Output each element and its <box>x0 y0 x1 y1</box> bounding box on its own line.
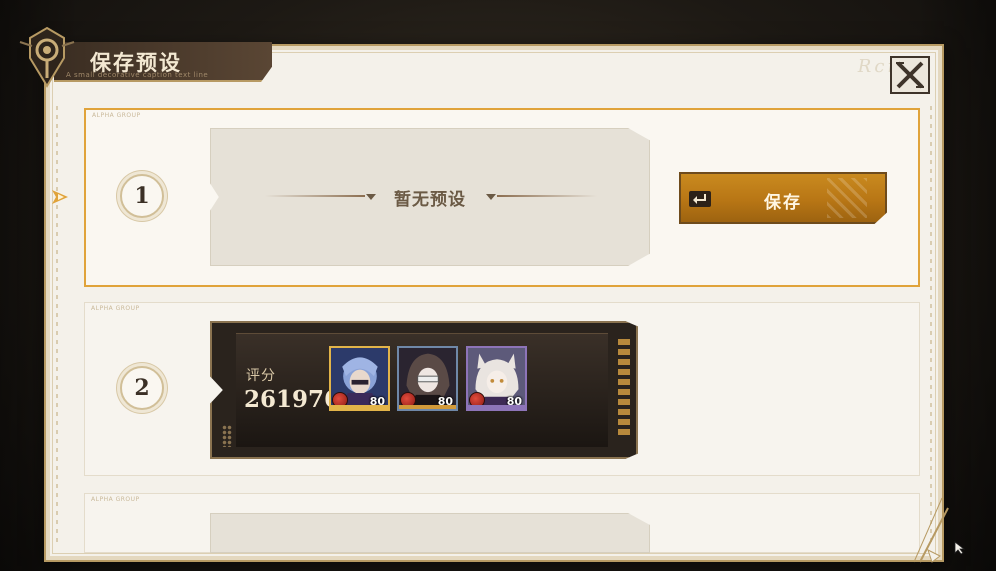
ticket-dots <box>222 425 232 447</box>
save-button[interactable]: 保存 <box>679 172 887 224</box>
hero-rarity-bar <box>399 405 456 409</box>
selected-slot-pointer-icon <box>52 190 68 204</box>
page-subtitle: A small decorative caption text line <box>66 71 209 79</box>
slot-corner-label: ALPHA GROUP <box>91 305 140 312</box>
empty-preset-ticket <box>210 513 650 553</box>
close-x-icon <box>896 61 924 89</box>
hero-rarity-bar <box>468 405 525 409</box>
cursor-icon <box>954 541 966 555</box>
save-button-label: 保存 <box>764 193 802 213</box>
score-value: 261976 <box>244 386 341 413</box>
hero-rarity-bar <box>331 405 388 409</box>
slot-number-badge: 1 <box>120 174 164 218</box>
panel-side-rule-right <box>930 106 932 546</box>
emblem-icon <box>19 26 75 88</box>
slot-corner-label: ALPHA GROUP <box>91 496 140 503</box>
empty-preset-text: 暂无预设 <box>394 190 466 210</box>
empty-rule-right <box>497 195 597 197</box>
score-label: 评分 <box>246 368 276 384</box>
hero-portrait-3[interactable]: 80 <box>466 346 527 411</box>
close-button[interactable] <box>890 56 930 94</box>
slot-number-badge: 2 <box>120 366 164 410</box>
corner-ornament-icon <box>913 497 949 563</box>
panel-side-rule-left <box>56 106 58 546</box>
empty-diamond-right-icon <box>486 194 496 200</box>
hero-portrait-2[interactable]: 80 <box>397 346 458 411</box>
ticket-side-bars <box>618 339 630 435</box>
hero-portrait-1[interactable]: 80 <box>329 346 390 411</box>
slot-corner-label: ALPHA GROUP <box>92 112 141 119</box>
